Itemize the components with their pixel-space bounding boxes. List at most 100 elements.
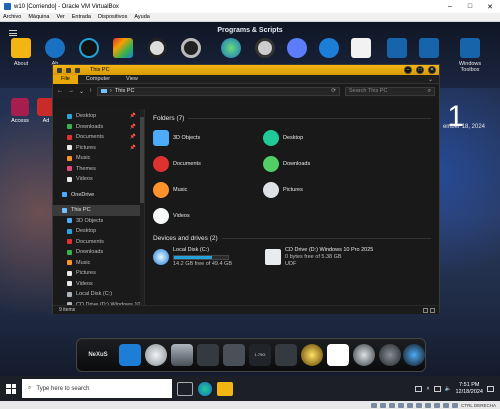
folder-desktop[interactable]: Desktop	[263, 127, 373, 149]
app-settings-ring[interactable]	[142, 38, 172, 61]
tab-view[interactable]: View	[118, 75, 146, 84]
app-settings-2[interactable]	[250, 38, 280, 61]
new-folder-icon[interactable]	[75, 67, 80, 73]
up-arrow-icon[interactable]: ↑	[89, 88, 92, 94]
nav-3d-objects[interactable]: 3D Objects	[53, 216, 144, 227]
search-input[interactable]: Search This PC ⌕	[345, 86, 435, 96]
recycle-bin-icon[interactable]	[171, 344, 193, 366]
volume-icon[interactable]: 🔈	[445, 386, 452, 392]
gpu-icon[interactable]	[275, 344, 297, 366]
app-update[interactable]	[314, 38, 344, 61]
maximize-button[interactable]: □	[460, 3, 480, 11]
navpane-scrollbar[interactable]	[140, 109, 144, 305]
menu-maquina[interactable]: Máquina	[28, 14, 49, 20]
menu-ver[interactable]: Ver	[56, 14, 64, 20]
nav-downloads[interactable]: Downloads 📌	[53, 122, 144, 133]
app-ccleaner[interactable]	[74, 38, 104, 61]
tab-file[interactable]: File	[53, 74, 78, 84]
folders-header[interactable]: Folders (7)	[153, 113, 431, 123]
close-button[interactable]: ✕	[480, 3, 500, 11]
nav-documents[interactable]: Documents 📌	[53, 132, 144, 143]
address-bar[interactable]: › This PC ⟳	[97, 86, 340, 96]
windows-icon[interactable]	[119, 344, 141, 366]
app-powershell[interactable]	[382, 38, 412, 61]
chevron-up-icon[interactable]: ˄	[426, 386, 429, 392]
nav-music[interactable]: Music	[53, 153, 144, 164]
nexus-logo[interactable]: NeXuS	[83, 344, 113, 366]
network-adapter-icon[interactable]	[398, 402, 405, 408]
storage-icon[interactable]: 1.79G	[249, 344, 271, 366]
folder-music[interactable]: Music	[153, 179, 263, 201]
nav-videos[interactable]: Videos	[53, 174, 144, 185]
taskbar-search[interactable]: ⌕ Type here to search	[22, 379, 172, 398]
cpu-status-icon[interactable]	[443, 402, 450, 408]
power-icon[interactable]	[353, 344, 375, 366]
cpu-icon[interactable]	[223, 344, 245, 366]
app-gear[interactable]	[176, 38, 206, 61]
menu-ayuda[interactable]: Ayuda	[134, 14, 150, 20]
app-about-2[interactable]: Ab	[40, 38, 70, 67]
nav-desktop-pc[interactable]: Desktop	[53, 226, 144, 237]
taskbar-clock[interactable]: 7:51 PM 12/18/2024	[455, 382, 483, 396]
nav-onedrive[interactable]: OneDrive	[53, 190, 144, 201]
monitor-icon[interactable]	[197, 344, 219, 366]
nav-this-pc[interactable]: This PC	[53, 205, 144, 216]
headphones-icon[interactable]	[379, 344, 401, 366]
notifications-icon[interactable]	[487, 385, 494, 392]
app-windows-toolbox[interactable]: Windows Toolbox	[450, 38, 490, 73]
nav-pictures[interactable]: Pictures 📌	[53, 143, 144, 154]
explorer-close-button[interactable]: ✕	[428, 66, 436, 74]
menu-dispositivos[interactable]: Dispositivos	[98, 14, 127, 20]
folder-documents[interactable]: Documents	[153, 153, 263, 175]
desktop-icon-access[interactable]: Access	[7, 98, 33, 124]
explorer-minimize-button[interactable]: –	[404, 66, 412, 74]
explorer-maximize-button[interactable]: □	[416, 66, 424, 74]
nav-music-pc[interactable]: Music	[53, 258, 144, 269]
forward-arrow-icon[interactable]: →	[68, 88, 74, 94]
edge-icon[interactable]	[198, 381, 212, 396]
properties-icon[interactable]	[66, 67, 71, 73]
explorer-title-bar[interactable]: This PC – □ ✕	[53, 65, 439, 75]
task-view-icon[interactable]	[177, 381, 193, 396]
recent-locations-icon[interactable]: ⌄	[79, 88, 84, 95]
nav-downloads-pc[interactable]: Downloads	[53, 247, 144, 258]
nav-desktop[interactable]: Desktop 📌	[53, 111, 144, 122]
expand-ribbon-icon[interactable]: ⌄	[428, 76, 433, 83]
camera-icon[interactable]	[403, 344, 425, 366]
nav-pictures-pc[interactable]: Pictures	[53, 268, 144, 279]
tab-computer[interactable]: Computer	[78, 75, 118, 84]
shared-folder-icon[interactable]	[416, 402, 423, 408]
app-search[interactable]	[282, 38, 312, 61]
nav-videos-pc[interactable]: Videos	[53, 279, 144, 290]
folder-downloads[interactable]: Downloads	[263, 153, 373, 175]
display-status-icon[interactable]	[425, 402, 432, 408]
folder-3d-objects[interactable]: 3D Objects	[153, 127, 263, 149]
app-terminal[interactable]	[414, 38, 444, 61]
minimize-button[interactable]: –	[440, 3, 460, 11]
refresh-icon[interactable]: ⟳	[331, 88, 336, 94]
app-config[interactable]	[346, 38, 376, 61]
app-about[interactable]: About	[6, 38, 36, 67]
details-view-icon[interactable]	[423, 307, 428, 313]
recording-status-icon[interactable]	[434, 402, 441, 408]
drive-local-disk[interactable]: Local Disk (C:) 14.2 GB free of 49.4 GB	[153, 247, 265, 268]
audio-status-icon[interactable]	[389, 402, 396, 408]
large-icons-view-icon[interactable]	[430, 307, 435, 313]
folder-videos[interactable]: Videos	[153, 205, 263, 227]
keyboard-icon[interactable]	[415, 385, 423, 392]
start-button[interactable]	[0, 376, 22, 401]
file-explorer-icon[interactable]	[217, 381, 233, 396]
mouse-integration-icon[interactable]	[452, 402, 459, 408]
menu-archivo[interactable]: Archivo	[3, 14, 21, 20]
usb-status-icon[interactable]	[407, 402, 414, 408]
nav-themes[interactable]: Themes	[53, 164, 144, 175]
app-globe[interactable]	[216, 38, 246, 61]
app-apps[interactable]	[108, 38, 138, 61]
flag-icon[interactable]	[327, 344, 349, 366]
drives-header[interactable]: Devices and drives (2)	[153, 233, 431, 243]
drive-cd[interactable]: CD Drive (D:) Windows 10 Pro 2025 0 byte…	[265, 247, 405, 268]
nav-local-disk[interactable]: Local Disk (C:)	[53, 289, 144, 300]
nav-documents-pc[interactable]: Documents	[53, 237, 144, 248]
quick-access-icon[interactable]	[57, 67, 62, 73]
hdd-status-icon[interactable]	[371, 402, 378, 408]
